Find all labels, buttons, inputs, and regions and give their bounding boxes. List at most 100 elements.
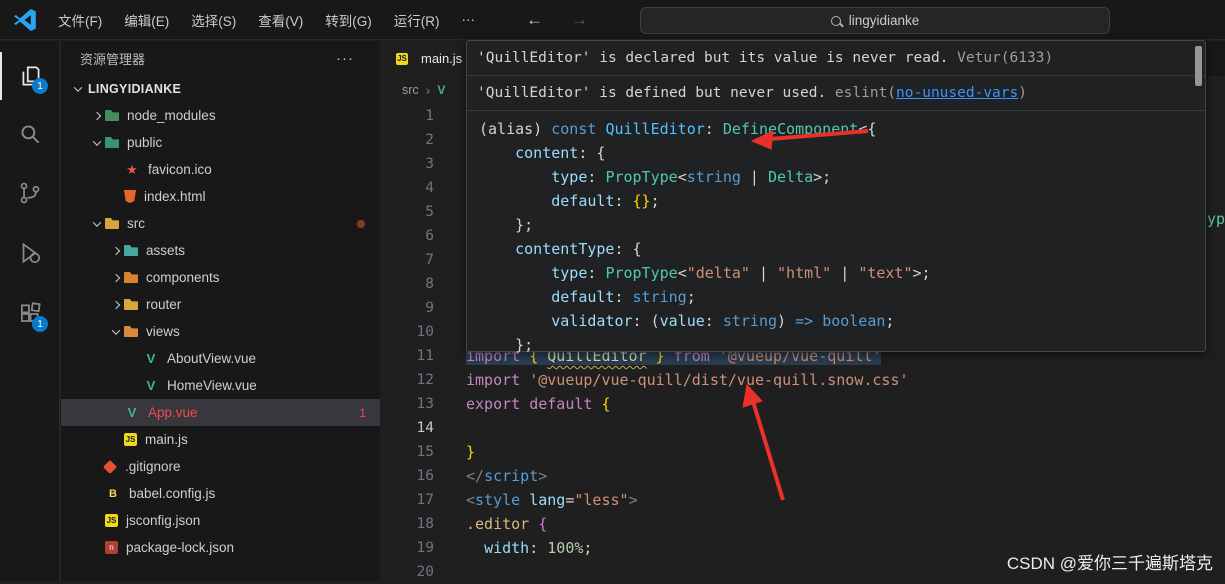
message-text: ) [1018,85,1027,101]
tree-item-public[interactable]: public [61,129,380,156]
file-label: favicon.ico [148,162,212,177]
code-token: 100% [547,539,583,557]
explorer-icon[interactable]: 1 [0,52,60,100]
code-line[interactable]: .editor { [466,512,1225,536]
folder-nm-icon [105,110,119,121]
tree-item-src[interactable]: src [61,210,380,237]
menu-item-3[interactable]: 选择(S) [180,5,247,35]
folder-assets-icon [124,245,138,256]
breadcrumb-item-src[interactable]: src [402,83,419,97]
tree-item-assets[interactable]: assets [61,237,380,264]
extensions-icon[interactable]: 1 [0,290,60,338]
code-token: type [551,264,587,282]
code-token [520,395,529,413]
code-token [479,264,551,282]
js-icon: JS [105,514,118,527]
tree-item-package-lock-json[interactable]: npackage-lock.json [61,534,380,561]
vscode-logo-icon [13,8,37,32]
chevron-spacer [107,188,124,205]
hover-code: (alias) const QuillEditor: DefineCompone… [467,111,1205,357]
code-token: : [614,288,632,306]
more-menu[interactable]: ··· [451,7,487,32]
sidebar-title: 资源管理器 [80,49,145,68]
code-token: QuillEditor [605,120,704,138]
code-token: < [678,168,687,186]
problem-badge: 1 [359,406,366,420]
code-line[interactable]: export default { [466,392,1225,416]
source-control-icon[interactable] [0,169,60,217]
code-line[interactable]: <style lang="less"> [466,488,1225,512]
editor-gutter: 1234567891011121314151617181920 [380,104,452,584]
menu-item-4[interactable]: 查看(V) [247,5,314,35]
command-center-search[interactable]: lingyidianke [640,7,1110,34]
chevron-spacer [126,350,143,367]
code-line[interactable]: } [466,440,1225,464]
tree-item--gitignore[interactable]: .gitignore [61,453,380,480]
tree-item-index-html[interactable]: index.html [61,183,380,210]
chevron-spacer [126,377,143,394]
code-token: string [687,168,741,186]
line-number: 19 [380,536,434,560]
nav-forward-icon[interactable]: → [557,10,602,30]
file-label: AboutView.vue [167,351,256,366]
tree-item-favicon-ico[interactable]: ★favicon.ico [61,156,380,183]
tree-item-babel-config-js[interactable]: Bbabel.config.js [61,480,380,507]
tree-item-homeview-vue[interactable]: VHomeView.vue [61,372,380,399]
tree-item-jsconfig-json[interactable]: JSjsconfig.json [61,507,380,534]
code-token [479,168,551,186]
code-token: validator [551,312,632,330]
code-token [479,288,551,306]
code-token [466,539,484,557]
menu-item-5[interactable]: 转到(G) [314,5,383,35]
line-number: 6 [380,224,434,248]
nav-back-icon[interactable]: ← [512,10,557,30]
code-line[interactable]: </script> [466,464,1225,488]
run-debug-icon[interactable] [0,229,60,277]
tree-item-main-js[interactable]: JSmain.js [61,426,380,453]
explorer-badge: 1 [32,78,48,94]
code-token: DefineComponent [723,120,858,138]
hover-scrollbar[interactable] [1195,46,1202,86]
file-label: views [146,324,180,339]
breadcrumb-separator-icon: › [426,82,431,98]
code-token [479,144,515,162]
code-token: "less" [574,491,628,509]
tree-item-router[interactable]: router [61,291,380,318]
code-line[interactable]: import '@vueup/vue-quill/dist/vue-quill.… [466,368,1225,392]
chevron-down-icon [107,323,124,340]
code-token: > [538,467,547,485]
chevron-right-icon [107,242,124,259]
lint-rule-link[interactable]: no-unused-vars [896,85,1018,101]
menu-item-2[interactable]: 编辑(E) [113,5,180,35]
npm-icon: n [105,541,118,554]
line-number: 4 [380,176,434,200]
hover-code-line: contentType: { [479,237,1195,261]
file-label: App.vue [148,405,198,420]
code-token: : { [614,240,641,258]
code-token: ) [777,312,795,330]
menu-item-6[interactable]: 运行(R) [383,5,451,35]
chevron-spacer [88,512,105,529]
tree-item-lingyidianke[interactable]: LINGYIDIANKE [61,75,380,102]
code-token: </ [466,467,484,485]
code-token: >; [813,168,831,186]
code-line[interactable] [466,416,1225,440]
chevron-spacer [107,161,124,178]
title-bar: 文件(F)编辑(E)选择(S)查看(V)转到(G)运行(R) ··· ← → l… [0,0,1225,40]
tree-item-aboutview-vue[interactable]: VAboutView.vue [61,345,380,372]
code-token: '@vueup/vue-quill/dist/vue-quill.snow.cs… [529,371,908,389]
tree-item-views[interactable]: views [61,318,380,345]
code-token: }; [479,336,533,354]
sidebar-more-icon[interactable]: ··· [336,50,354,67]
code-token: "html" [777,264,831,282]
tree-item-node-modules[interactable]: node_modules [61,102,380,129]
code-token: : [705,312,723,330]
tree-item-components[interactable]: components [61,264,380,291]
tree-item-app-vue[interactable]: VApp.vue1 [61,399,380,426]
menu-item-1[interactable]: 文件(F) [47,5,113,35]
line-number: 20 [380,560,434,584]
tab-main-js[interactable]: JS main.js [380,41,479,76]
hover-code-line: validator: (value: string) => boolean; [479,309,1195,333]
chevron-spacer [88,485,105,502]
search-view-icon[interactable] [0,110,60,158]
